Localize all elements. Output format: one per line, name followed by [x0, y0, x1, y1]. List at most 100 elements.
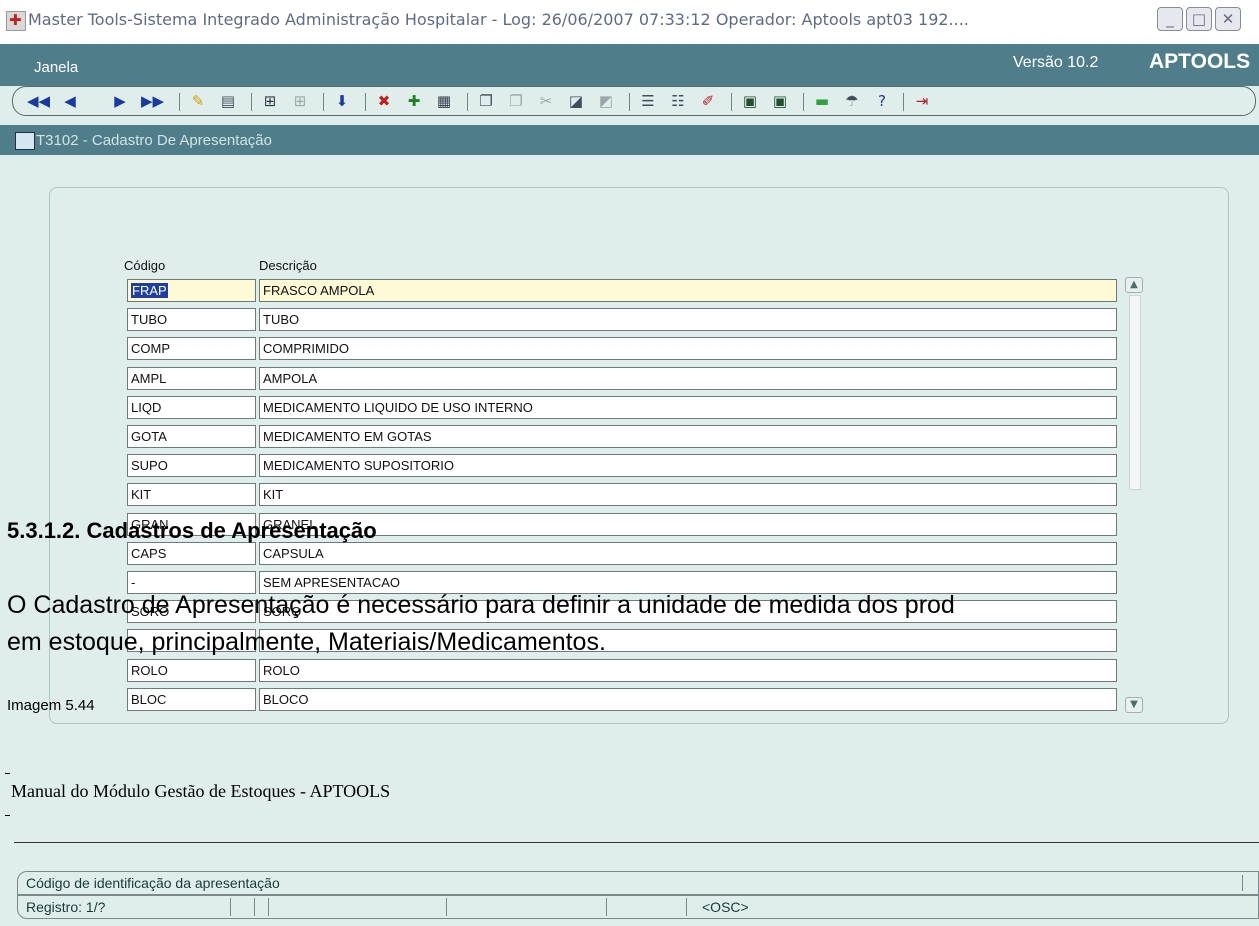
minimize-button[interactable]: _ [1157, 7, 1183, 31]
code-cell[interactable]: SUPO [127, 454, 256, 477]
code-cell-text: TUBO [131, 312, 168, 327]
hospital-app-icon [6, 11, 26, 31]
copy-icon[interactable]: ❐ [475, 90, 497, 112]
status-divider [14, 842, 1259, 843]
code-cell[interactable]: FRAP [127, 279, 256, 302]
window-title-bar: Master Tools-Sistema Integrado Administr… [0, 0, 1259, 44]
code-cell-text: COMP [131, 341, 170, 356]
previous-record-icon[interactable]: ◀ [59, 90, 81, 112]
help-icon[interactable]: ? [871, 90, 893, 112]
cut-icon[interactable]: ✂ [535, 90, 557, 112]
hint-line-cap [1242, 875, 1243, 891]
code-cell[interactable]: AMPL [127, 367, 256, 390]
grid-icon[interactable]: ▦ [433, 90, 455, 112]
code-cell[interactable]: BLOC [127, 688, 256, 711]
code-cell[interactable]: COMP [127, 337, 256, 360]
code-cell[interactable]: LIQD [127, 396, 256, 419]
section-heading: 5.3.1.2. Cadastros de Apresentação [7, 518, 377, 543]
code-cell-text: GOTA [131, 429, 167, 444]
menu-janela[interactable]: Janela [34, 59, 78, 76]
code-cell[interactable]: ROLO [127, 659, 256, 682]
description-cell[interactable]: MEDICAMENTO EM GOTAS [259, 425, 1117, 448]
code-cell[interactable]: GOTA [127, 425, 256, 448]
exit-icon[interactable]: ⇥ [911, 90, 933, 112]
last-record-icon[interactable]: ▶▶ [141, 90, 164, 112]
list2-icon[interactable]: ☷ [667, 90, 689, 112]
description-cell[interactable]: CAPSULA [259, 542, 1117, 565]
code-cell-text: CAPS [131, 546, 167, 561]
status-separator [268, 898, 269, 916]
paste-icon[interactable]: ❐ [505, 90, 527, 112]
form-title-bar: T3102 - Cadastro De Apresentação [0, 125, 1259, 155]
code-cell[interactable]: TUBO [127, 308, 256, 331]
code-cell-text: FRAP [131, 283, 168, 298]
image-caption: Imagem 5.44 [7, 697, 95, 714]
status-separator [686, 898, 687, 916]
description-cell[interactable]: MEDICAMENTO LIQUIDO DE USO INTERNO [259, 396, 1117, 419]
toolbar-separator [629, 93, 630, 111]
window-icon[interactable]: ▣ [739, 90, 761, 112]
query-disabled-icon[interactable]: ⊞ [289, 90, 311, 112]
description-cell[interactable]: FRASCO AMPOLA [259, 279, 1117, 302]
scroll-down-icon[interactable]: ▼ [1125, 697, 1143, 713]
toolbar-separator [903, 93, 904, 111]
description-cell[interactable]: GRANEL [259, 513, 1117, 536]
print-icon[interactable]: ▤ [217, 90, 239, 112]
column-header-description: Descrição [259, 258, 317, 273]
code-cell-text: ROLO [131, 663, 168, 678]
code-cell[interactable]: KIT [127, 483, 256, 506]
scroll-thumb[interactable] [1129, 295, 1141, 490]
next-record-icon[interactable]: ▶ [109, 90, 131, 112]
close-button[interactable]: ✕ [1215, 7, 1241, 31]
grid-scrollbar[interactable]: ▲ ▼ [1125, 277, 1143, 719]
window-title: Master Tools-Sistema Integrado Administr… [28, 10, 969, 29]
status-separator [230, 898, 231, 916]
first-record-icon[interactable]: ◀◀ [27, 90, 50, 112]
code-cell-text: LIQD [131, 400, 162, 415]
query-icon[interactable]: ⊞ [259, 90, 281, 112]
code-cell[interactable]: CAPS [127, 542, 256, 565]
toolbar-separator [803, 93, 804, 111]
column-header-code: Código [124, 258, 166, 273]
insert-record-icon[interactable]: ✚ [403, 90, 425, 112]
code-cell-text: KIT [131, 487, 152, 502]
hint-line: Código de identificação da apresentação [17, 871, 1259, 895]
edit-pencil-icon[interactable]: ✎ [187, 90, 209, 112]
scroll-up-icon[interactable]: ▲ [1125, 277, 1143, 293]
marker-icon[interactable]: ✐ [697, 90, 719, 112]
description-cell[interactable]: KIT [259, 483, 1117, 506]
lookup-icon[interactable]: ☂ [841, 90, 863, 112]
toolbar-separator [179, 93, 180, 111]
menu-bar: Janela Versão 10.2 APTOOLS [0, 44, 1259, 86]
download-icon[interactable]: ⬇ [331, 90, 353, 112]
description-cell[interactable]: AMPOLA [259, 367, 1117, 390]
description-cell[interactable]: TUBO [259, 308, 1117, 331]
page-footer: Manual do Módulo Gestão de Estoques - AP… [11, 781, 391, 801]
status-separator [254, 898, 255, 916]
list-icon[interactable]: ☰ [637, 90, 659, 112]
window2-icon[interactable]: ▣ [769, 90, 791, 112]
delete-record-icon[interactable]: ✖ [373, 90, 395, 112]
maximize-button[interactable]: □ [1186, 7, 1212, 31]
form-title: T3102 - Cadastro De Apresentação [36, 132, 272, 149]
code-cell-text: - [131, 575, 136, 590]
toolbar-separator [731, 93, 732, 111]
description-cell[interactable]: MEDICAMENTO SUPOSITORIO [259, 454, 1117, 477]
toolbar-separator [467, 93, 468, 111]
description-cell[interactable]: BLOCO [259, 688, 1117, 711]
clear-icon[interactable]: ◪ [565, 90, 587, 112]
record-indicator: Registro: 1/? [26, 899, 106, 915]
eraser-icon[interactable]: ◩ [595, 90, 617, 112]
osc-indicator: <OSC> [702, 899, 749, 915]
form-icon [15, 132, 35, 150]
field-hint: Código de identificação da apresentação [26, 875, 280, 891]
aptools-logo: APTOOLS [1149, 50, 1251, 73]
toolbar: ◀◀ ◀ ▶ ▶▶ ✎ ▤ ⊞ ⊞ ⬇ ✖ ✚ ▦ ❐ ❐ ✂ ◪ ◩ ☰ ☷ … [12, 86, 1256, 116]
description-cell[interactable]: ROLO [259, 659, 1117, 682]
description-cell[interactable]: COMPRIMIDO [259, 337, 1117, 360]
footer-rule-top [5, 773, 10, 774]
toolbar-separator [323, 93, 324, 111]
status-separator [446, 898, 447, 916]
toolbar-separator [365, 93, 366, 111]
minimize-bar-icon[interactable]: ▬ [811, 90, 833, 112]
